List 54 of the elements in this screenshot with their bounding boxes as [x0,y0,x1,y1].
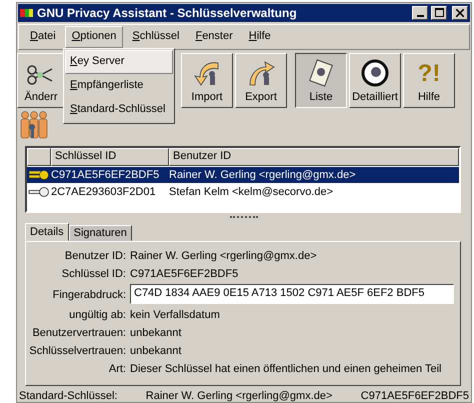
tab[interactable]: Signaturen [68,225,132,242]
detail-label: ungültig ab: [68,309,126,322]
status-user: Rainer W. Gerling <rgerling@gmx.de> [146,390,332,402]
maximize-icon [434,8,444,18]
user-id: Rainer W. Gerling <rgerling@gmx.de> [169,168,357,181]
window-title: GNU Privacy Assistant - Schlüsselverwaltung [37,6,298,20]
detail-value: unbekannt [130,345,182,358]
detail-label: Schlüssel ID: [60,268,126,280]
tab[interactable]: Details [25,223,69,242]
menu-item[interactable]: Hilfe [242,26,278,48]
toolbar-button[interactable]: Änderr [17,52,65,108]
column-header[interactable]: Benutzer ID [169,148,459,166]
key-id: 2C7AE293603F2D01 [51,186,157,198]
minimize-icon [416,14,424,17]
minimize-button[interactable] [412,6,428,20]
menu-item[interactable]: Optionen [64,26,124,48]
toolbar-button[interactable]: Detailliert [349,52,401,108]
column-header[interactable] [27,148,51,166]
detail-value: kein Verfallsdatum [130,309,221,322]
detail-value: Dieser Schlüssel hat einen öffentlichen und einen geheimen Teil [130,363,442,376]
fingerprint-field[interactable]: C74D 1834 AAE9 0E15 A713 1502 C971 AE5F 6EF2 BDF5 [130,284,454,304]
close-button[interactable] [452,6,468,20]
key-row[interactable]: 2C7AE293603F2D01 Stefan Kelm <kelm@secorvo.de> [27,184,459,200]
user-id: Stefan Kelm <kelm@secorvo.de> [169,186,334,198]
detail-label: Art: [108,363,126,376]
menu-option[interactable]: Standard-Schlüssel [65,98,173,122]
people-keys-icon [19,110,49,140]
toolbar-button[interactable]: ?! Hilfe [403,52,455,108]
detail-value: C971AE5F6EF2BDF5 [130,268,240,280]
status-key-id: C971AE5F6EF2BDF5 [360,390,469,402]
help-icon: ?! [418,61,440,88]
detail-value: Rainer W. Gerling <rgerling@gmx.de> [130,250,318,262]
detail-label: Benutzer ID: [64,250,126,262]
key-id: C971AE5F6EF2BDF5 [51,168,160,181]
detail-label: Schlüsselvertrauen: [28,345,126,358]
app-logo-icon [20,6,34,19]
key-pair-icon [28,168,50,181]
menu-item[interactable]: Fenster [188,26,240,48]
menu-option[interactable]: Key Server [65,50,173,74]
menu-item[interactable]: Schlüssel [125,26,186,48]
detail-label: Fingerabdruck: [52,288,126,301]
menu-option[interactable]: Empfängerliste [65,74,173,98]
toolbar-button[interactable]: Liste [295,52,347,108]
detail-label: Benutzervertrauen: [31,327,126,340]
status-label: Standard-Schlüssel: [19,390,118,402]
menu-item[interactable]: Datei [23,26,63,48]
toolbar-button[interactable]: Export [235,52,287,108]
detail-value: unbekannt [130,327,182,340]
key-row[interactable]: C971AE5F6EF2BDF5 Rainer W. Gerling <rgerling@gmx.de> [27,166,459,183]
key-icon [28,186,50,198]
column-header[interactable]: Schlüssel ID [51,148,169,166]
maximize-button[interactable] [431,6,447,20]
close-icon [456,8,464,17]
toolbar-button[interactable]: Import [181,52,233,108]
